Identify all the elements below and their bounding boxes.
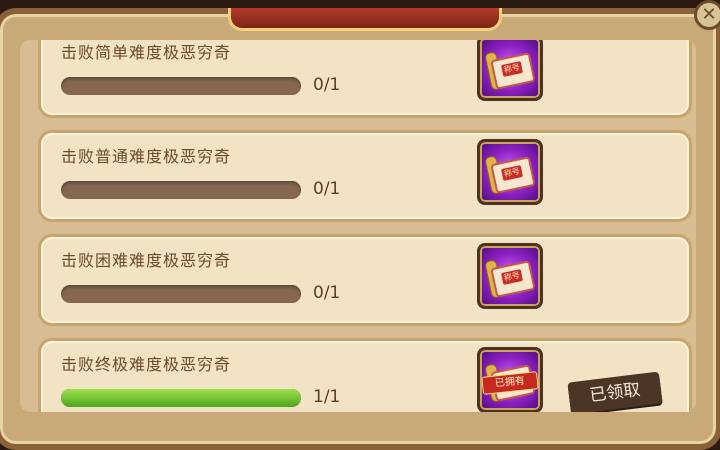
task-title: 击败终极难度极恶穷奇 (61, 355, 232, 374)
panel-title-banner (228, 8, 502, 31)
progress-fill (61, 389, 301, 407)
task-title: 击败简单难度极恶穷奇 (61, 43, 232, 62)
task-panel: 击败简单难度极恶穷奇 0/1 称号 击败普通难度极恶穷奇 0/1 称号 击败困难… (0, 8, 720, 450)
reward-icon[interactable]: 已拥有 (477, 347, 543, 412)
progress-text: 0/1 (313, 75, 341, 95)
close-button[interactable]: ✕ (694, 0, 720, 30)
task-card: 击败简单难度极恶穷奇 0/1 称号 (38, 40, 692, 118)
progress-text: 0/1 (313, 283, 341, 303)
task-card: 击败普通难度极恶穷奇 0/1 称号 (38, 130, 692, 222)
close-icon: ✕ (701, 4, 717, 25)
reward-icon[interactable]: 称号 (477, 40, 543, 101)
task-title: 击败普通难度极恶穷奇 (61, 147, 232, 166)
reward-icon[interactable]: 称号 (477, 243, 543, 309)
task-list[interactable]: 击败简单难度极恶穷奇 0/1 称号 击败普通难度极恶穷奇 0/1 称号 击败困难… (20, 40, 696, 412)
progress-text: 1/1 (313, 387, 341, 407)
progress-bar (61, 285, 301, 303)
reward-icon[interactable]: 称号 (477, 139, 543, 205)
progress-bar (61, 77, 301, 95)
progress-bar (61, 389, 301, 407)
progress-bar (61, 181, 301, 199)
task-card: 击败终极难度极恶穷奇 1/1 已拥有 已领取 (38, 338, 692, 412)
task-title: 击败困难难度极恶穷奇 (61, 251, 232, 270)
progress-text: 0/1 (313, 179, 341, 199)
task-card: 击败困难难度极恶穷奇 0/1 称号 (38, 234, 692, 326)
claimed-stamp: 已领取 (567, 371, 663, 412)
